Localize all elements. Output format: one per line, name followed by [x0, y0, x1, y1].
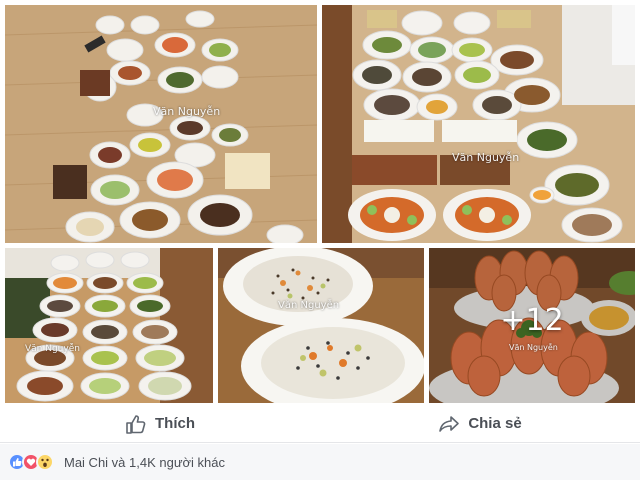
watermark-text: Văn Nguyễn — [278, 300, 340, 311]
food-photo-3[interactable]: Văn Nguyễn — [5, 248, 213, 403]
like-button[interactable]: Thích — [0, 405, 320, 442]
food-photo-4[interactable]: Văn Nguyễn — [218, 248, 424, 403]
food-photo-1[interactable]: Văn Nguyễn — [5, 5, 317, 243]
wow-icon — [36, 453, 54, 471]
like-button-label: Thích — [155, 415, 195, 432]
reactions-summary-bar[interactable]: Mai Chi và 1,4K người khác — [0, 444, 640, 480]
watermark-text: Văn Nguyễn — [25, 344, 80, 354]
food-photo-5[interactable]: +12 Văn Nguyễn — [429, 248, 635, 403]
watermark-text: Văn Nguyễn — [153, 105, 221, 118]
share-button-label: Chia sẻ — [468, 415, 522, 432]
food-photo-2[interactable]: Văn Nguyễn — [322, 5, 635, 243]
more-photos-count: +12 — [500, 303, 564, 338]
food-photo-4-image — [218, 248, 424, 403]
food-photo-1-image — [5, 5, 317, 243]
post-action-bar: Thích Chia sẻ — [0, 405, 640, 443]
reaction-icons — [8, 453, 54, 471]
photo-grid: Văn Nguyễn Văn Nguyễn Văn Nguyễn Văn Ngu… — [0, 0, 640, 405]
share-button[interactable]: Chia sẻ — [320, 405, 640, 442]
more-photos-overlay[interactable]: +12 — [429, 248, 635, 403]
watermark-text: Văn Nguyễn — [509, 343, 558, 352]
food-photo-3-image — [5, 248, 213, 403]
watermark-text: Văn Nguyễn — [452, 151, 520, 164]
food-photo-2-image — [322, 5, 635, 243]
share-arrow-icon — [439, 415, 460, 432]
reaction-summary-text[interactable]: Mai Chi và 1,4K người khác — [64, 455, 225, 470]
thumbs-up-icon — [126, 414, 146, 434]
